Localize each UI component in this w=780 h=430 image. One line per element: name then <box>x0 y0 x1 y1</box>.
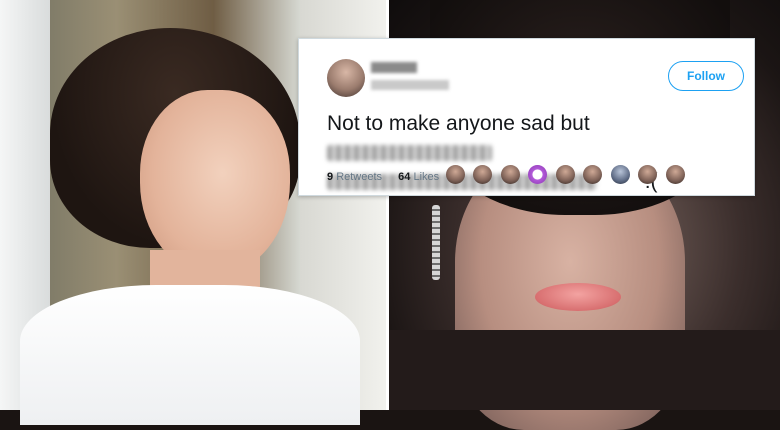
right-dark-shirt <box>388 330 780 410</box>
liker-avatar-icon[interactable] <box>583 165 603 184</box>
liker-avatar-icon[interactable] <box>665 165 685 184</box>
likes-label[interactable]: Likes <box>413 171 439 183</box>
liker-avatar-icon[interactable] <box>500 165 520 184</box>
left-face <box>140 90 290 275</box>
tweet-stats: 9 Retweets 64 Likes <box>327 171 439 183</box>
right-earring <box>432 205 440 280</box>
liker-avatar-icon[interactable] <box>610 165 630 184</box>
blurred-text <box>327 145 492 162</box>
right-lips <box>535 283 621 311</box>
liker-avatar-icon[interactable] <box>473 165 493 184</box>
follow-button[interactable]: Follow <box>668 61 744 91</box>
liker-avatar-icon[interactable] <box>446 165 465 184</box>
left-white-shirt <box>20 285 360 425</box>
liker-avatar-icon[interactable] <box>638 165 658 184</box>
tweet-card: Follow Not to make anyone sad but :( 9 R… <box>298 38 755 196</box>
liker-avatar-icon[interactable] <box>555 165 575 184</box>
liker-avatars <box>446 165 689 187</box>
liker-avatar-icon[interactable] <box>528 165 548 184</box>
retweets-label[interactable]: Retweets <box>336 171 382 183</box>
retweets-count[interactable]: 9 <box>327 171 333 183</box>
tweet-text-visible: Not to make anyone sad but <box>327 112 590 135</box>
likes-count[interactable]: 64 <box>398 171 410 183</box>
blurred-display-name <box>371 62 417 73</box>
blurred-handle <box>371 80 449 90</box>
avatar-icon[interactable] <box>327 59 365 97</box>
